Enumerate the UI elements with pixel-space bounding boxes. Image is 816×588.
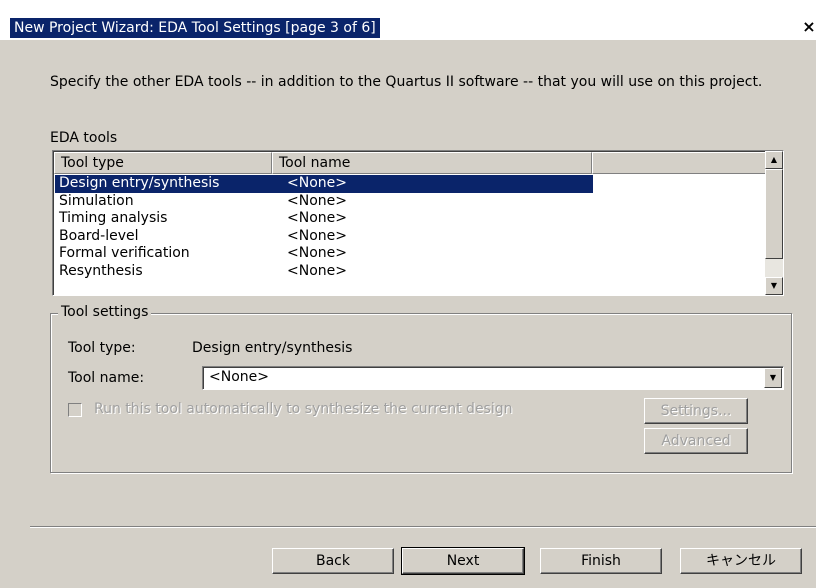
tool-type-cell: Resynthesis: [59, 262, 143, 279]
tool-type-value: Design entry/synthesis: [192, 340, 353, 356]
title-bar: New Project Wizard: EDA Tool Settings [p…: [0, 0, 816, 40]
wizard-dialog: New Project Wizard: EDA Tool Settings [p…: [0, 0, 816, 588]
list-item[interactable]: Resynthesis <None>: [55, 263, 765, 281]
footer-divider: [30, 526, 816, 528]
column-header-empty: [592, 152, 766, 174]
tool-type-cell: Formal verification: [59, 245, 190, 261]
list-item[interactable]: Design entry/synthesis <None>: [55, 175, 765, 193]
settings-button[interactable]: Settings...: [644, 398, 748, 424]
list-item[interactable]: Board-level <None>: [55, 228, 765, 246]
list-item[interactable]: Formal verification <None>: [55, 245, 765, 263]
tool-name-cell: <None>: [287, 210, 347, 226]
window-title: New Project Wizard: EDA Tool Settings [p…: [10, 18, 380, 38]
tool-name-cell: <None>: [287, 227, 347, 244]
tool-type-cell: Design entry/synthesis: [55, 175, 273, 193]
scroll-down-icon[interactable]: ▼: [765, 277, 783, 295]
tool-type-cell: Timing analysis: [59, 210, 168, 226]
vertical-scrollbar[interactable]: ▲ ▼: [765, 151, 783, 295]
column-header-tool-name[interactable]: Tool name: [272, 152, 592, 174]
tool-name-select[interactable]: <None> ▼: [202, 366, 784, 390]
auto-run-checkbox[interactable]: [68, 403, 82, 417]
eda-tools-list[interactable]: Tool type Tool name Design entry/synthes…: [52, 150, 784, 296]
cancel-button[interactable]: キャンセル: [680, 548, 802, 574]
chevron-down-icon[interactable]: ▼: [764, 368, 782, 388]
list-header: Tool type Tool name: [54, 152, 766, 174]
next-button[interactable]: Next: [401, 547, 525, 575]
scroll-up-icon[interactable]: ▲: [765, 151, 783, 169]
list-item[interactable]: Timing analysis <None>: [55, 210, 765, 228]
list-item[interactable]: Simulation <None>: [55, 193, 765, 211]
auto-run-label: Run this tool automatically to synthesiz…: [94, 401, 513, 417]
back-button[interactable]: Back: [272, 548, 394, 574]
tool-name-cell: <None>: [287, 192, 347, 209]
tool-name-cell: <None>: [287, 245, 347, 261]
close-icon[interactable]: ×: [802, 16, 816, 38]
column-header-tool-type[interactable]: Tool type: [54, 152, 272, 174]
advanced-button[interactable]: Advanced: [644, 428, 748, 454]
tool-settings-legend: Tool settings: [58, 304, 152, 320]
finish-button[interactable]: Finish: [540, 548, 662, 574]
page-description: Specify the other EDA tools -- in additi…: [50, 74, 763, 90]
list-rows: Design entry/synthesis <None> Simulation…: [55, 175, 765, 280]
tool-name-label: Tool name:: [68, 370, 145, 386]
tool-type-cell: Simulation: [59, 192, 134, 209]
tool-name-cell: <None>: [273, 175, 593, 193]
tool-name-cell: <None>: [287, 262, 347, 279]
scroll-thumb[interactable]: [765, 169, 783, 259]
tool-type-cell: Board-level: [59, 227, 139, 244]
eda-tools-label: EDA tools: [50, 130, 118, 146]
tool-type-label: Tool type:: [68, 340, 136, 356]
tool-name-selected-value: <None>: [209, 369, 269, 385]
